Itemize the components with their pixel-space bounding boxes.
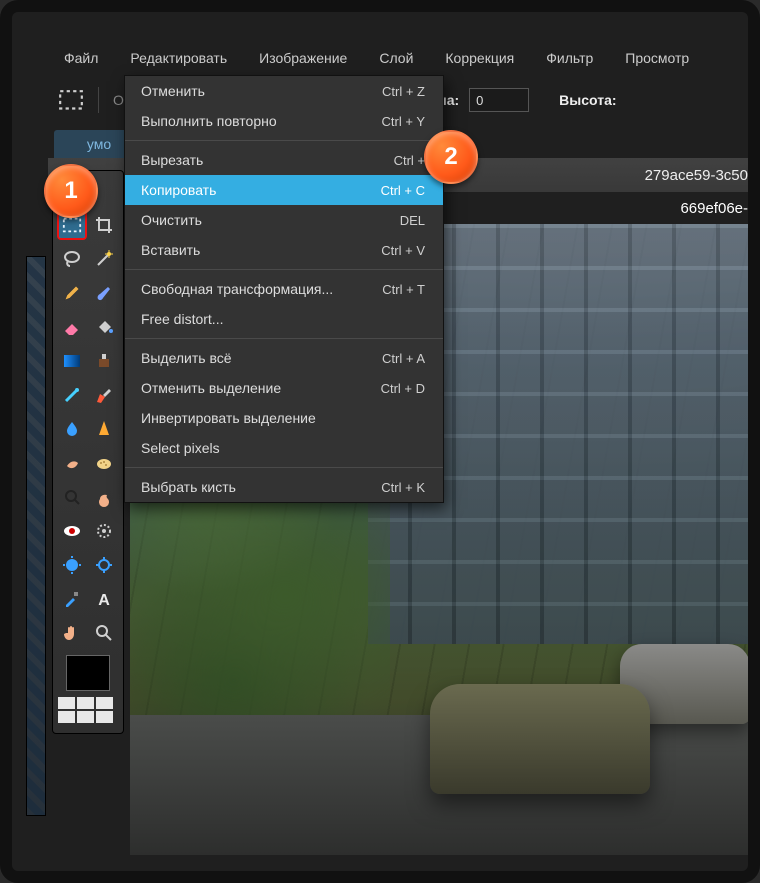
swatch-grid[interactable]	[58, 697, 118, 723]
tool-spotheal[interactable]	[90, 517, 118, 545]
menu-item-label: Свободная трансформация...	[141, 281, 333, 297]
tool-dodge[interactable]	[58, 483, 86, 511]
secondary-document-strip[interactable]	[26, 256, 46, 816]
menu-item-shortcut: Ctrl + V	[381, 243, 425, 258]
menu-item-shortcut: Ctrl + Y	[382, 114, 425, 129]
color-swatch[interactable]	[66, 655, 110, 691]
tool-smudge[interactable]	[58, 449, 86, 477]
tool-bloat[interactable]	[58, 551, 86, 579]
menu-item-invert-selection[interactable]: Инвертировать выделение	[125, 403, 443, 433]
tool-sponge[interactable]	[90, 449, 118, 477]
tool-bucket[interactable]	[90, 313, 118, 341]
menu-edit[interactable]: Редактировать	[114, 44, 243, 72]
tool-brush[interactable]	[90, 279, 118, 307]
menu-adjust[interactable]: Коррекция	[429, 44, 530, 72]
canvas-decor	[430, 684, 650, 794]
app-window: Файл Редактировать Изображение Слой Корр…	[0, 0, 760, 883]
callout-2: 2	[424, 130, 478, 184]
menu-item-label: Очистить	[141, 212, 202, 228]
tool-burn[interactable]	[90, 483, 118, 511]
menu-item-deselect[interactable]: Отменить выделение Ctrl + D	[125, 373, 443, 403]
tool-crop[interactable]	[90, 211, 118, 239]
menu-item-label: Вырезать	[141, 152, 203, 168]
tool-eraser[interactable]	[58, 313, 86, 341]
menu-item-shortcut: Ctrl + T	[382, 282, 425, 297]
document-tab-2[interactable]: 669ef06e-	[680, 200, 748, 217]
menu-item-shortcut: Ctrl + K	[381, 480, 425, 495]
menu-item-shortcut: Ctrl + C	[381, 183, 425, 198]
menu-item-undo[interactable]: Отменить Ctrl + Z	[125, 76, 443, 106]
menu-separator	[125, 140, 443, 141]
menu-item-copy[interactable]: Копировать Ctrl + C	[125, 175, 443, 205]
menu-item-label: Выделить всё	[141, 350, 232, 366]
menu-item-select-all[interactable]: Выделить всё Ctrl + A	[125, 343, 443, 373]
tool-gradient[interactable]	[58, 347, 86, 375]
menu-item-label: Выполнить повторно	[141, 113, 277, 129]
tool-eyedropper[interactable]	[58, 585, 86, 613]
menu-item-redo[interactable]: Выполнить повторно Ctrl + Y	[125, 106, 443, 136]
tool-blur[interactable]	[58, 415, 86, 443]
menu-layer[interactable]: Слой	[363, 44, 429, 72]
menu-item-shortcut: Ctrl + Z	[382, 84, 425, 99]
menu-item-label: Выбрать кисть	[141, 479, 236, 495]
menu-item-label: Free distort...	[141, 311, 223, 327]
marquee-icon	[58, 89, 84, 111]
separator	[98, 87, 99, 113]
menu-item-select-pixels[interactable]: Select pixels	[125, 433, 443, 463]
menu-view[interactable]: Просмотр	[609, 44, 705, 72]
menu-item-shortcut: Ctrl + D	[381, 381, 425, 396]
menu-separator	[125, 338, 443, 339]
menu-image[interactable]: Изображение	[243, 44, 363, 72]
menu-item-paste[interactable]: Вставить Ctrl + V	[125, 235, 443, 265]
menu-filter[interactable]: Фильтр	[530, 44, 609, 72]
tool-pencil[interactable]	[58, 279, 86, 307]
menu-item-cut[interactable]: Вырезать Ctrl +	[125, 145, 443, 175]
tool-wand[interactable]	[90, 245, 118, 273]
menu-item-label: Отменить выделение	[141, 380, 281, 396]
tool-colorreplace[interactable]	[58, 381, 86, 409]
toolbox: A	[52, 170, 124, 734]
svg-text:A: A	[98, 592, 110, 609]
menu-item-label: Инвертировать выделение	[141, 410, 316, 426]
tool-lasso[interactable]	[58, 245, 86, 273]
menu-item-pick-brush[interactable]: Выбрать кисть Ctrl + K	[125, 472, 443, 502]
menu-item-label: Отменить	[141, 83, 205, 99]
tool-hand[interactable]	[58, 619, 86, 647]
menu-item-clear[interactable]: Очистить DEL	[125, 205, 443, 235]
menu-item-shortcut: Ctrl + A	[382, 351, 425, 366]
document-tab-1[interactable]: 279ace59-3c50	[645, 158, 748, 192]
menu-separator	[125, 467, 443, 468]
callout-1: 1	[44, 164, 98, 218]
menubar: Файл Редактировать Изображение Слой Корр…	[48, 42, 748, 74]
tool-type[interactable]: A	[90, 585, 118, 613]
edit-menu-dropdown: Отменить Ctrl + Z Выполнить повторно Ctrl …	[124, 75, 444, 503]
tool-zoom[interactable]	[90, 619, 118, 647]
tool-clone[interactable]	[90, 347, 118, 375]
tool-pinch[interactable]	[90, 551, 118, 579]
menu-separator	[125, 269, 443, 270]
menu-item-free-distort[interactable]: Free distort...	[125, 304, 443, 334]
menu-item-shortcut: DEL	[400, 213, 425, 228]
menu-file[interactable]: Файл	[48, 44, 114, 72]
tool-sharpen[interactable]	[90, 415, 118, 443]
menu-item-free-transform[interactable]: Свободная трансформация... Ctrl + T	[125, 274, 443, 304]
width-input[interactable]	[469, 88, 529, 112]
height-label: Высота:	[559, 92, 616, 108]
menu-item-label: Копировать	[141, 182, 216, 198]
tool-draw[interactable]	[90, 381, 118, 409]
menu-item-label: Вставить	[141, 242, 200, 258]
tool-redeye[interactable]	[58, 517, 86, 545]
menu-item-label: Select pixels	[141, 440, 220, 456]
menu-item-shortcut: Ctrl +	[394, 153, 425, 168]
